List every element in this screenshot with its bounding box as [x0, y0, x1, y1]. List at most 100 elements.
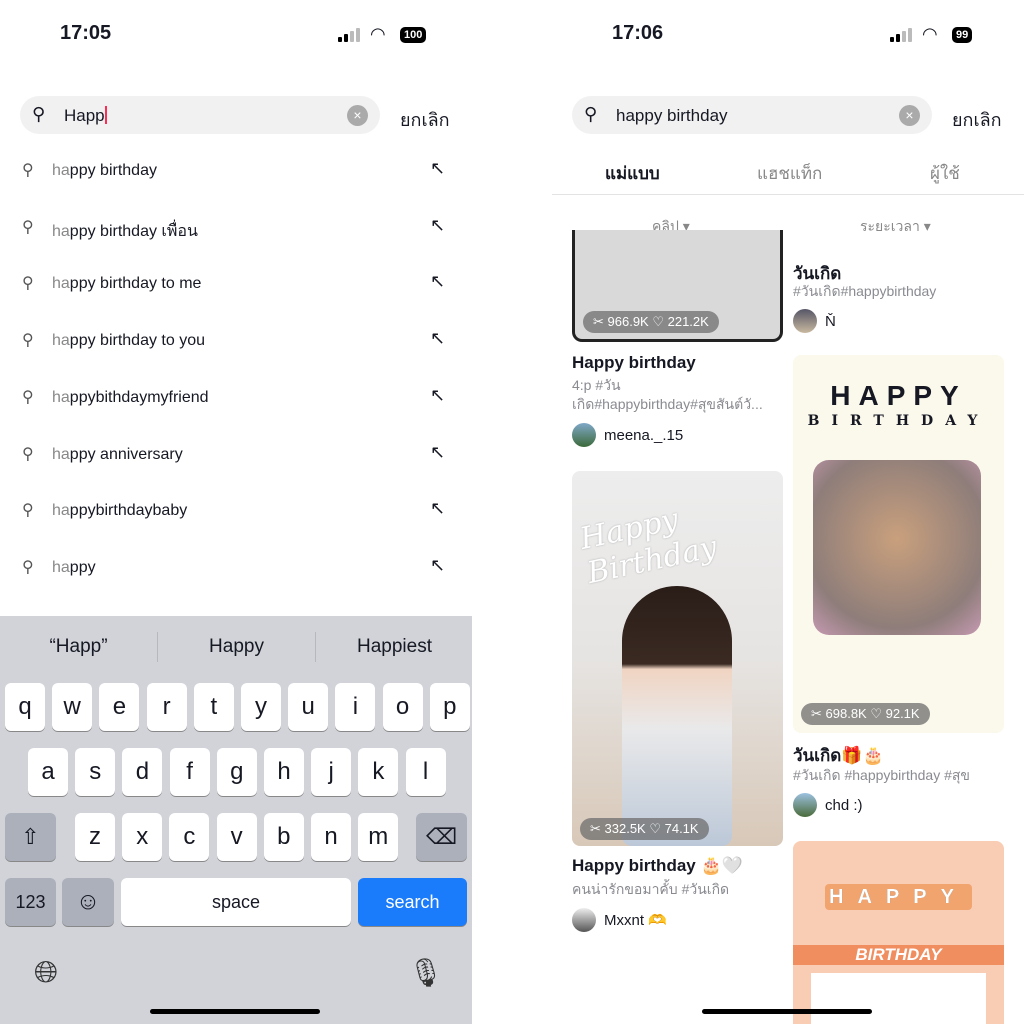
- stats-pill: ✂ 698.8K ♡ 92.1K: [801, 703, 930, 725]
- key-r[interactable]: r: [146, 683, 187, 731]
- numbers-key[interactable]: 123: [5, 878, 56, 926]
- key-o[interactable]: o: [382, 683, 423, 731]
- suggestion-item[interactable]: ⚲ happy anniversary ↖: [0, 436, 472, 476]
- cancel-button[interactable]: ยกเลิก: [400, 105, 450, 134]
- search-icon: ⚲: [22, 388, 34, 406]
- username: Ň: [825, 312, 836, 330]
- suggestion-item[interactable]: ⚲ happy ↖: [0, 549, 472, 589]
- username: meena._.15: [604, 426, 684, 444]
- key-b[interactable]: b: [263, 813, 304, 861]
- avatar: [793, 793, 817, 817]
- template-desc: คนน่ารักขอมาคั้บ #วันเกิด: [572, 881, 730, 897]
- key-q[interactable]: q: [5, 683, 45, 731]
- text-cursor: [104, 106, 107, 124]
- template-thumbnail[interactable]: HAPPY BIRTHDAY: [793, 841, 1004, 1024]
- shift-key[interactable]: ⇧: [5, 813, 56, 861]
- template-author[interactable]: Mxxnt 🫶: [572, 908, 667, 932]
- prediction-3[interactable]: Happiest: [316, 636, 472, 658]
- tab-users[interactable]: ผู้ใช้: [930, 160, 960, 187]
- suggestion-item[interactable]: ⚲ happy birthday เพื่อน ↖: [0, 209, 472, 249]
- key-x[interactable]: x: [122, 813, 163, 861]
- clear-icon[interactable]: ×: [899, 105, 920, 126]
- suggestion-item[interactable]: ⚲ happybirthdaybaby ↖: [0, 492, 472, 532]
- key-c[interactable]: c: [169, 813, 210, 861]
- suggestion-item[interactable]: ⚲ happy birthday to me ↖: [0, 265, 472, 305]
- fill-query-arrow-icon[interactable]: ↖: [430, 442, 445, 463]
- microphone-icon[interactable]: 🎙︎: [408, 956, 444, 989]
- template-desc: #วันเกิด #happybirthday #สุข: [793, 767, 970, 783]
- emoji-key[interactable]: ☺: [62, 878, 114, 926]
- template-thumbnail[interactable]: ✂ 966.9K ♡ 221.2K: [572, 230, 783, 342]
- template-author[interactable]: meena._.15: [572, 423, 683, 447]
- key-z[interactable]: z: [75, 813, 115, 861]
- thumbnail-art-text: BIRTHDAY: [807, 413, 990, 429]
- key-g[interactable]: g: [216, 748, 257, 796]
- prediction-1[interactable]: “Happ”: [0, 636, 157, 658]
- thumbnail-frame: [811, 973, 986, 1024]
- key-a[interactable]: a: [28, 748, 68, 796]
- search-input[interactable]: ⚲ Happ ×: [20, 96, 380, 134]
- search-input[interactable]: ⚲ happy birthday ×: [572, 96, 932, 134]
- search-icon: ⚲: [22, 162, 34, 179]
- tab-templates[interactable]: แม่แบบ: [605, 160, 660, 187]
- template-author[interactable]: chd :): [793, 793, 863, 817]
- template-desc: 4:p #วัน เกิด#happybirthday#สุขสันต์วั..…: [572, 377, 763, 412]
- key-k[interactable]: k: [358, 748, 399, 796]
- avatar: [793, 309, 817, 333]
- fill-query-arrow-icon[interactable]: ↖: [430, 215, 445, 236]
- key-p[interactable]: p: [429, 683, 470, 731]
- key-l[interactable]: l: [405, 748, 446, 796]
- prediction-2[interactable]: Happy: [158, 636, 315, 658]
- keyboard: “Happ” Happy Happiest qwertyuiop asdfghjk…: [0, 616, 472, 1024]
- fill-query-arrow-icon[interactable]: ↖: [430, 158, 445, 179]
- key-d[interactable]: d: [122, 748, 163, 796]
- suggestion-text: happy anniversary: [52, 445, 183, 463]
- fill-query-arrow-icon[interactable]: ↖: [430, 271, 445, 292]
- fill-query-arrow-icon[interactable]: ↖: [430, 385, 445, 406]
- key-s[interactable]: s: [75, 748, 116, 796]
- fill-query-arrow-icon[interactable]: ↖: [430, 328, 445, 349]
- search-icon: ⚲: [22, 558, 34, 576]
- key-y[interactable]: y: [241, 683, 281, 731]
- key-j[interactable]: j: [311, 748, 352, 796]
- suggestion-item[interactable]: ⚲ happy birthday to you ↖: [0, 322, 472, 362]
- template-thumbnail[interactable]: Happy Birthday ✂ 332.5K ♡ 74.1K: [572, 471, 783, 846]
- suggestion-item[interactable]: ⚲ happy birthday ↖: [0, 152, 472, 192]
- search-icon: ⚲: [22, 275, 34, 293]
- template-title[interactable]: วันเกิด🎁🎂: [793, 742, 1008, 769]
- template-title[interactable]: Happy birthday 🎂🤍: [572, 856, 787, 876]
- key-i[interactable]: i: [335, 683, 376, 731]
- fill-query-arrow-icon[interactable]: ↖: [430, 555, 445, 576]
- key-t[interactable]: t: [193, 683, 234, 731]
- suggestion-text: happy birthday to you: [52, 332, 205, 350]
- key-w[interactable]: w: [52, 683, 93, 731]
- space-key[interactable]: space: [121, 878, 351, 926]
- search-key[interactable]: search: [358, 878, 467, 926]
- template-author[interactable]: Ň: [793, 309, 836, 333]
- key-h[interactable]: h: [264, 748, 304, 796]
- avatar: [572, 423, 596, 447]
- key-e[interactable]: e: [99, 683, 140, 731]
- template-title[interactable]: Happy birthday: [572, 353, 787, 373]
- clear-icon[interactable]: ×: [347, 105, 368, 126]
- filter-duration[interactable]: ระยะเวลา ▾: [860, 216, 931, 238]
- search-results-screen: 17:06 ◠ 99 ⚲ happy birthday × ยกเลิก แม่…: [552, 0, 1024, 1024]
- tab-hashtags[interactable]: แฮชแท็ก: [757, 160, 822, 187]
- suggestion-item[interactable]: ⚲ happybithdaymyfriend ↖: [0, 379, 472, 419]
- cancel-button[interactable]: ยกเลิก: [952, 105, 1002, 134]
- key-v[interactable]: v: [216, 813, 257, 861]
- globe-icon[interactable]: 🌐︎: [34, 956, 58, 990]
- key-f[interactable]: f: [169, 748, 210, 796]
- home-indicator: [702, 1009, 872, 1014]
- thumbnail-art-text: HAPPY: [830, 380, 967, 411]
- key-u[interactable]: u: [288, 683, 329, 731]
- key-n[interactable]: n: [311, 813, 351, 861]
- key-m[interactable]: m: [358, 813, 399, 861]
- username: Mxxnt 🫶: [604, 912, 667, 929]
- home-indicator: [150, 1009, 320, 1014]
- battery-icon: 100: [400, 27, 427, 43]
- fill-query-arrow-icon[interactable]: ↖: [430, 498, 445, 519]
- template-thumbnail[interactable]: HAPPY BIRTHDAY ✂ 698.8K ♡ 92.1K: [793, 355, 1004, 733]
- suggestion-text: happy birthday: [52, 162, 157, 179]
- backspace-key[interactable]: ⌫: [416, 813, 467, 861]
